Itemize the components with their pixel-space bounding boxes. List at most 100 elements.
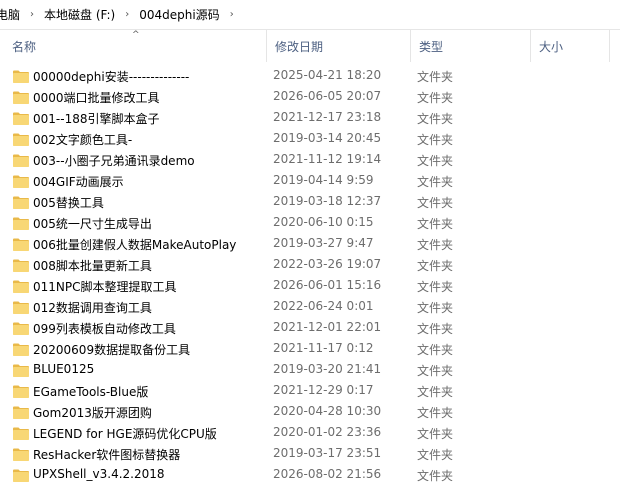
file-row[interactable]: Gom2013版开源团购 2020-04-28 10:30 文件夹: [0, 402, 620, 423]
file-row[interactable]: 005替换工具 2019-03-18 12:37 文件夹: [0, 192, 620, 213]
file-name: 003--小圈子兄弟通讯录demo: [33, 154, 195, 168]
file-row[interactable]: 0000端口批量修改工具 2026-06-05 20:07 文件夹: [0, 87, 620, 108]
file-row[interactable]: EGameTools-Blue版 2021-12-29 0:17 文件夹: [0, 381, 620, 402]
file-row[interactable]: 002文字颜色工具- 2019-03-14 20:45 文件夹: [0, 129, 620, 150]
file-date: 2019-03-20 21:41: [273, 362, 382, 376]
file-date: 2019-03-14 20:45: [273, 131, 382, 145]
folder-icon: [13, 448, 29, 461]
file-type: 文件夹: [417, 238, 454, 252]
file-row[interactable]: BLUE0125 2019-03-20 21:41 文件夹: [0, 360, 620, 381]
folder-icon: [13, 217, 29, 230]
file-type: 文件夹: [417, 406, 454, 420]
file-date: 2021-12-17 23:18: [273, 110, 382, 124]
file-date: 2019-03-18 12:37: [273, 194, 382, 208]
folder-icon: [13, 427, 29, 440]
file-row[interactable]: 001--188引擎脚本盒子 2021-12-17 23:18 文件夹: [0, 108, 620, 129]
file-row[interactable]: UPXShell_v3.4.2.2018 2026-08-02 21:56 文件夹: [0, 465, 620, 486]
folder-icon: [13, 91, 29, 104]
file-date: 2020-04-28 10:30: [273, 404, 382, 418]
file-name: BLUE0125: [33, 362, 95, 376]
file-list: 00000dephi安装-------------- 2025-04-21 18:…: [0, 66, 620, 486]
file-row[interactable]: 20200609数据提取备份工具 2021-11-17 0:12 文件夹: [0, 339, 620, 360]
column-name-label: 名称: [12, 39, 37, 54]
file-name: ResHacker软件图标替换器: [33, 448, 181, 462]
file-row[interactable]: ResHacker软件图标替换器 2019-03-17 23:51 文件夹: [0, 444, 620, 465]
column-header-size[interactable]: 大小: [530, 30, 610, 62]
folder-icon: [13, 175, 29, 188]
file-type: 文件夹: [417, 364, 454, 378]
file-name: 099列表模板自动修改工具: [33, 322, 176, 336]
column-header: 名称 ^ 修改日期 类型 大小: [0, 30, 620, 62]
file-type: 文件夹: [417, 91, 454, 105]
file-type: 文件夹: [417, 427, 454, 441]
file-name: UPXShell_v3.4.2.2018: [33, 467, 165, 481]
file-name: LEGEND for HGE源码优化CPU版: [33, 427, 217, 441]
file-row[interactable]: 005统一尺寸生成导出 2020-06-10 0:15 文件夹: [0, 213, 620, 234]
folder-icon: [13, 406, 29, 419]
file-name: 011NPC脚本整理提取工具: [33, 280, 177, 294]
file-type: 文件夹: [417, 259, 454, 273]
breadcrumb-item[interactable]: 电脑: [0, 6, 24, 23]
file-date: 2020-06-10 0:15: [273, 215, 374, 229]
folder-icon: [13, 301, 29, 314]
column-type-label: 类型: [419, 39, 444, 54]
column-header-date[interactable]: 修改日期: [266, 30, 410, 62]
file-name: 004GIF动画展示: [33, 175, 124, 189]
file-name: 0000端口批量修改工具: [33, 91, 160, 105]
folder-icon: [13, 322, 29, 335]
file-type: 文件夹: [417, 343, 454, 357]
breadcrumb-item[interactable]: 本地磁盘 (F:): [40, 6, 119, 23]
column-header-type[interactable]: 类型: [410, 30, 530, 62]
file-name: EGameTools-Blue版: [33, 385, 149, 399]
folder-icon: [13, 112, 29, 125]
file-name: 002文字颜色工具-: [33, 133, 133, 147]
file-type: 文件夹: [417, 448, 454, 462]
file-row[interactable]: 006批量创建假人数据MakeAutoPlay 2019-03-27 9:47 文件…: [0, 234, 620, 255]
breadcrumb-separator-icon[interactable]: ›: [224, 9, 240, 20]
file-date: 2022-06-24 0:01: [273, 299, 374, 313]
file-row[interactable]: 012数据调用查询工具 2022-06-24 0:01 文件夹: [0, 297, 620, 318]
folder-icon: [13, 133, 29, 146]
file-name: 006批量创建假人数据MakeAutoPlay: [33, 238, 237, 252]
file-type: 文件夹: [417, 154, 454, 168]
file-date: 2019-03-27 9:47: [273, 236, 374, 250]
breadcrumb-separator-icon[interactable]: ›: [119, 9, 135, 20]
file-date: 2022-03-26 19:07: [273, 257, 382, 271]
file-type: 文件夹: [417, 196, 454, 210]
breadcrumb-item[interactable]: 004dephi源码: [135, 6, 223, 23]
sort-ascending-icon: ^: [132, 30, 140, 40]
file-name: 012数据调用查询工具: [33, 301, 152, 315]
folder-icon: [13, 70, 29, 83]
file-date: 2021-11-17 0:12: [273, 341, 374, 355]
file-type: 文件夹: [417, 301, 454, 315]
file-name: 008脚本批量更新工具: [33, 259, 152, 273]
folder-icon: [13, 196, 29, 209]
file-row[interactable]: 099列表模板自动修改工具 2021-12-01 22:01 文件夹: [0, 318, 620, 339]
file-name: 005统一尺寸生成导出: [33, 217, 152, 231]
file-name: 001--188引擎脚本盒子: [33, 112, 160, 126]
folder-icon: [13, 238, 29, 251]
breadcrumb-separator-icon[interactable]: ›: [24, 9, 40, 20]
column-size-label: 大小: [539, 39, 564, 54]
file-row[interactable]: 00000dephi安装-------------- 2025-04-21 18:…: [0, 66, 620, 87]
folder-icon: [13, 259, 29, 272]
file-type: 文件夹: [417, 322, 454, 336]
folder-icon: [13, 343, 29, 356]
file-type: 文件夹: [417, 175, 454, 189]
file-date: 2021-12-29 0:17: [273, 383, 374, 397]
file-date: 2026-06-05 20:07: [273, 89, 382, 103]
file-row[interactable]: 008脚本批量更新工具 2022-03-26 19:07 文件夹: [0, 255, 620, 276]
folder-icon: [13, 469, 29, 482]
file-row[interactable]: 003--小圈子兄弟通讯录demo 2021-11-12 19:14 文件夹: [0, 150, 620, 171]
file-type: 文件夹: [417, 70, 454, 84]
file-row[interactable]: 011NPC脚本整理提取工具 2026-06-01 15:16 文件夹: [0, 276, 620, 297]
file-row[interactable]: 004GIF动画展示 2019-04-14 9:59 文件夹: [0, 171, 620, 192]
file-row[interactable]: LEGEND for HGE源码优化CPU版 2020-01-02 23:36 文件…: [0, 423, 620, 444]
file-date: 2020-01-02 23:36: [273, 425, 382, 439]
breadcrumb: 电脑›本地磁盘 (F:)›004dephi源码›: [0, 0, 620, 30]
file-type: 文件夹: [417, 133, 454, 147]
file-type: 文件夹: [417, 469, 454, 483]
file-type: 文件夹: [417, 280, 454, 294]
file-date: 2019-03-17 23:51: [273, 446, 382, 460]
file-date: 2026-08-02 21:56: [273, 467, 382, 481]
